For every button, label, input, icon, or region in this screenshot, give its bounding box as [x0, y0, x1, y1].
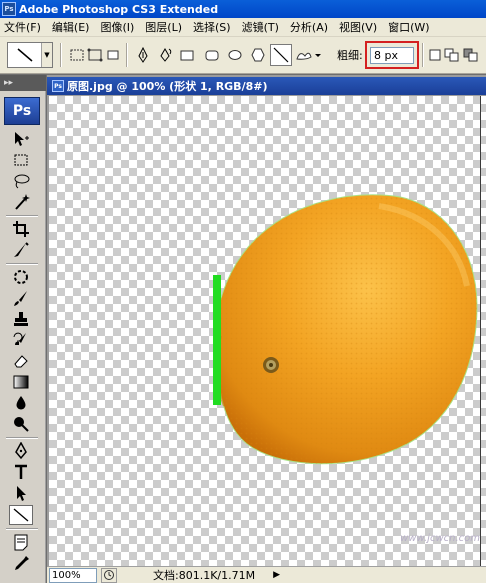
- healing-brush-icon[interactable]: [9, 267, 33, 287]
- document-info: 文档:801.1K/1.71M: [153, 569, 256, 582]
- divider: [126, 43, 128, 67]
- type-tool-icon[interactable]: [9, 462, 33, 482]
- pen-tool-icon[interactable]: [9, 441, 33, 461]
- rectangle-shape-icon[interactable]: [178, 46, 196, 64]
- new-shape-layer-icon[interactable]: [426, 46, 444, 64]
- paths-icon[interactable]: [86, 46, 104, 64]
- title-bar: Ps Adobe Photoshop CS3 Extended: [0, 0, 486, 18]
- window-title: Adobe Photoshop CS3 Extended: [19, 2, 219, 16]
- brush-tool-icon[interactable]: [9, 288, 33, 308]
- menu-window[interactable]: 窗口(W): [388, 19, 429, 35]
- divider: [6, 263, 38, 265]
- image-canvas[interactable]: www.jcwcn.com: [49, 96, 486, 566]
- shape-layers-icon[interactable]: [68, 46, 86, 64]
- polygon-icon[interactable]: [249, 46, 267, 64]
- photoshop-logo[interactable]: Ps: [4, 97, 40, 125]
- magic-wand-icon[interactable]: [9, 192, 33, 212]
- zoom-level-field[interactable]: 100%: [49, 567, 97, 583]
- highlight-annotation: [365, 41, 419, 69]
- menu-file[interactable]: 文件(F): [4, 19, 41, 35]
- divider: [60, 43, 62, 67]
- divider: [6, 215, 38, 217]
- eyedropper-tool-icon[interactable]: [9, 553, 33, 573]
- gradient-tool-icon[interactable]: [9, 372, 33, 392]
- menu-edit[interactable]: 编辑(E): [52, 19, 90, 35]
- add-to-shape-icon[interactable]: [443, 46, 461, 64]
- status-bar: 100% 文档:801.1K/1.71M ▶: [47, 566, 486, 583]
- status-options-icon[interactable]: [101, 567, 117, 583]
- document-title-bar[interactable]: Ps 原图.jpg @ 100% (形状 1, RGB/8#): [47, 77, 486, 95]
- eraser-tool-icon[interactable]: [9, 351, 33, 371]
- document-window: Ps 原图.jpg @ 100% (形状 1, RGB/8#) www.jcwc…: [47, 75, 486, 583]
- options-bar: ▼ 粗细:: [0, 37, 486, 74]
- divider: [6, 528, 38, 530]
- fill-pixels-icon[interactable]: [104, 46, 122, 64]
- line-tool-icon: [8, 43, 41, 67]
- marquee-tool-icon[interactable]: [9, 150, 33, 170]
- photoshop-app-icon: Ps: [2, 2, 16, 16]
- menu-select[interactable]: 选择(S): [193, 19, 231, 35]
- green-line-shape[interactable]: [213, 275, 221, 405]
- menu-image[interactable]: 图像(I): [100, 19, 134, 35]
- divider: [422, 43, 424, 67]
- weight-label: 粗细:: [337, 49, 363, 62]
- line-tool-icon[interactable]: [9, 505, 33, 525]
- lasso-tool-icon[interactable]: [9, 171, 33, 191]
- menu-bar: 文件(F) 编辑(E) 图像(I) 图层(L) 选择(S) 滤镜(T) 分析(A…: [0, 18, 486, 37]
- pen-icon[interactable]: [134, 46, 152, 64]
- document-icon: Ps: [52, 80, 64, 92]
- menu-view[interactable]: 视图(V): [339, 19, 377, 35]
- dodge-tool-icon[interactable]: [9, 414, 33, 434]
- custom-shape-icon[interactable]: [294, 46, 322, 64]
- slice-tool-icon[interactable]: [9, 240, 33, 260]
- notes-tool-icon[interactable]: [9, 532, 33, 552]
- orange-image: [213, 194, 478, 465]
- clone-stamp-icon[interactable]: [9, 309, 33, 329]
- move-tool-icon[interactable]: [9, 129, 33, 149]
- divider: [6, 437, 38, 439]
- watermark-text: www.jcwcn.com: [400, 533, 480, 544]
- crop-tool-icon[interactable]: [9, 219, 33, 239]
- rounded-rectangle-icon[interactable]: [203, 46, 221, 64]
- menu-filter[interactable]: 滤镜(T): [242, 19, 279, 35]
- vertical-guide[interactable]: [480, 96, 481, 566]
- panel-grip[interactable]: ▸▸: [0, 75, 46, 91]
- document-title: 原图.jpg @ 100% (形状 1, RGB/8#): [67, 80, 268, 93]
- freeform-pen-icon[interactable]: [156, 46, 174, 64]
- blur-tool-icon[interactable]: [9, 393, 33, 413]
- ellipse-icon[interactable]: [226, 46, 244, 64]
- path-selection-icon[interactable]: [9, 483, 33, 503]
- menu-analysis[interactable]: 分析(A): [290, 19, 328, 35]
- tool-preset-picker[interactable]: ▼: [7, 42, 53, 68]
- menu-layer[interactable]: 图层(L): [145, 19, 182, 35]
- line-shape-icon[interactable]: [270, 44, 292, 66]
- history-brush-icon[interactable]: [9, 330, 33, 350]
- tools-panel: ▸▸ Ps: [0, 75, 46, 583]
- status-menu-arrow-icon[interactable]: ▶: [273, 570, 280, 580]
- chevron-down-icon[interactable]: ▼: [41, 43, 52, 67]
- subtract-shape-icon[interactable]: [462, 46, 480, 64]
